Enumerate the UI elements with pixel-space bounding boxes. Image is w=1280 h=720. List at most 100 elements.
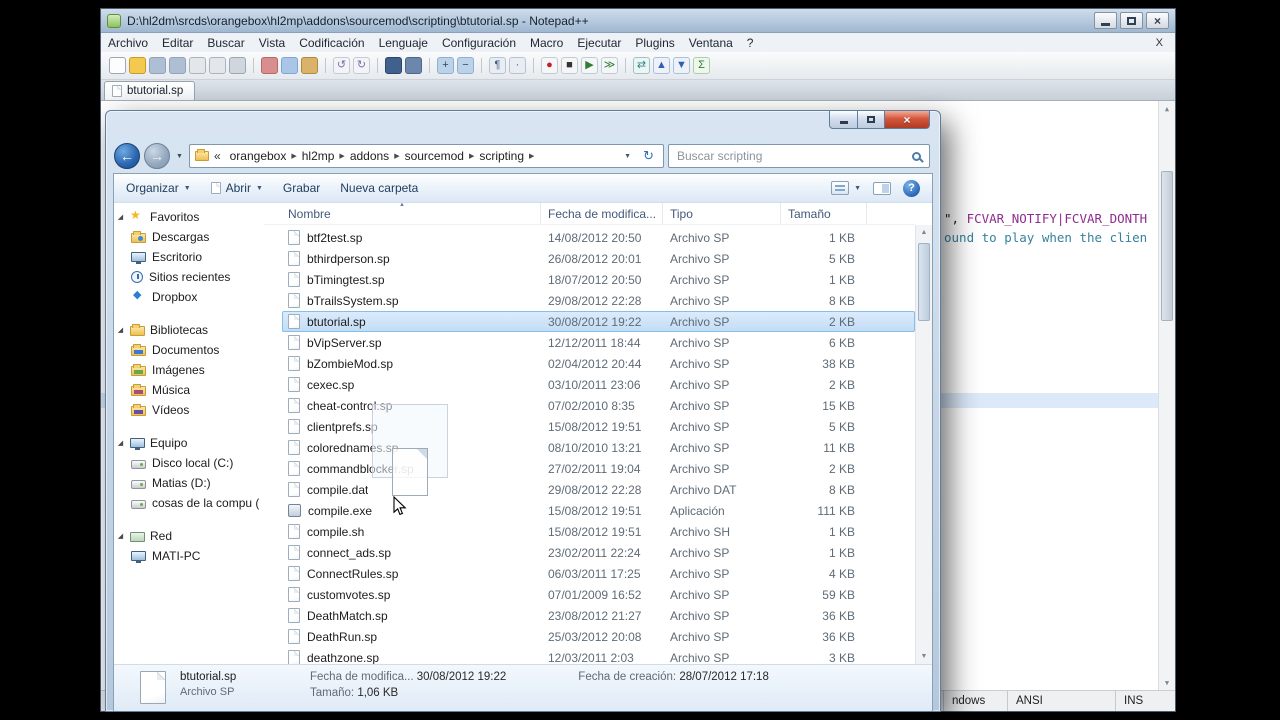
find-icon[interactable] [385, 57, 402, 74]
help-icon[interactable]: ? [903, 179, 920, 197]
sort-descending-icon[interactable]: ▼ [673, 57, 690, 74]
sidebar-item-dropbox[interactable]: Dropbox [114, 287, 264, 307]
column-header-date[interactable]: Fecha de modifica... [541, 203, 663, 224]
menu-item-macro[interactable]: Macro [523, 34, 570, 52]
new-folder-button[interactable]: Nueva carpeta [340, 181, 418, 195]
menu-item-plugins[interactable]: Plugins [628, 34, 681, 52]
menu-item-configuracion[interactable]: Configuración [435, 34, 523, 52]
address-dropdown-icon[interactable]: ▼ [619, 153, 636, 160]
file-row-compile-exe[interactable]: compile.exe 15/08/2012 19:51 Aplicación 111… [282, 500, 915, 521]
replace-icon[interactable] [405, 57, 422, 74]
file-row-compile-dat[interactable]: compile.dat 29/08/2012 22:28 Archivo DAT 8 … [282, 479, 915, 500]
sidebar-item-sitios-recientes[interactable]: Sitios recientes [114, 267, 264, 287]
close-file-icon[interactable] [189, 57, 206, 74]
cut-icon[interactable] [261, 57, 278, 74]
open-folder-icon[interactable] [129, 57, 146, 74]
sidebar-item-matias-d[interactable]: Matias (D:) [114, 473, 264, 493]
breadcrumb-item-scripting[interactable]: scripting [475, 148, 528, 164]
minimize-button[interactable] [1094, 12, 1117, 29]
menu-item-archivo[interactable]: Archivo [101, 34, 155, 52]
file-row-btf2test-sp[interactable]: btf2test.sp 14/08/2012 20:50 Archivo SP 1 K… [282, 227, 915, 248]
recent-pages-dropdown-icon[interactable]: ▼ [174, 153, 185, 160]
back-button[interactable]: ← [114, 143, 140, 169]
show-symbols-icon[interactable]: · [509, 57, 526, 74]
file-row-connectrules-sp[interactable]: ConnectRules.sp 06/03/2011 17:25 Archivo S… [282, 563, 915, 584]
menu-item-lenguaje[interactable]: Lenguaje [372, 34, 435, 52]
column-header-size[interactable]: Tamaño [781, 203, 867, 224]
paste-icon[interactable] [301, 57, 318, 74]
record-macro-icon[interactable]: ● [541, 57, 558, 74]
sidebar-group-header-equipo[interactable]: ◢ Equipo [114, 433, 264, 453]
organize-button[interactable]: Organizar ▼ [126, 181, 191, 195]
sum-icon[interactable]: Σ [693, 57, 710, 74]
preview-pane-icon[interactable] [873, 181, 891, 195]
column-header-type[interactable]: Tipo [663, 203, 781, 224]
file-row-cexec-sp[interactable]: cexec.sp 03/10/2011 23:06 Archivo SP 2 KB [282, 374, 915, 395]
sidebar-item-descargas[interactable]: Descargas [114, 227, 264, 247]
breadcrumb-item-orangebox[interactable]: orangebox [226, 148, 291, 164]
save-all-icon[interactable] [169, 57, 186, 74]
file-row-colorednames-sp[interactable]: colorednames.sp 08/10/2010 13:21 Archivo S… [282, 437, 915, 458]
file-row-bvipserver-sp[interactable]: bVipServer.sp 12/12/2011 18:44 Archivo SP 6… [282, 332, 915, 353]
run-macro-multiple-icon[interactable]: ≫ [601, 57, 618, 74]
sidebar-item-musica[interactable]: Música [114, 380, 264, 400]
breadcrumb-item-sourcemod[interactable]: sourcemod [401, 148, 468, 164]
menu-item-buscar[interactable]: Buscar [200, 34, 251, 52]
maximize-button[interactable] [858, 111, 885, 129]
sidebar-item-imagenes[interactable]: Imágenes [114, 360, 264, 380]
editor-scrollbar[interactable]: ▲ ▼ [1158, 101, 1175, 690]
views-button[interactable]: ▼ [831, 181, 861, 195]
scroll-up-icon[interactable]: ▲ [916, 225, 932, 240]
file-row-bzombiemod-sp[interactable]: bZombieMod.sp 02/04/2012 20:44 Archivo SP 3… [282, 353, 915, 374]
close-document-icon[interactable]: X [1144, 37, 1175, 49]
tab-btutorial[interactable]: btutorial.sp [104, 81, 196, 100]
sort-ascending-icon[interactable]: ▲ [653, 57, 670, 74]
scroll-down-icon[interactable]: ▼ [916, 649, 932, 664]
breadcrumb-item-addons[interactable]: addons [346, 148, 393, 164]
sidebar-group-header-red[interactable]: ◢ Red [114, 526, 264, 546]
expand-triangle-icon[interactable]: ◢ [116, 213, 125, 221]
minimize-button[interactable] [829, 111, 858, 129]
scrollbar-thumb[interactable] [1161, 171, 1173, 321]
search-icon[interactable] [912, 151, 921, 161]
burn-button[interactable]: Grabar [283, 181, 320, 195]
sidebar-group-header-favoritos[interactable]: ◢ Favoritos [114, 207, 264, 227]
file-row-deathmatch-sp[interactable]: DeathMatch.sp 23/08/2012 21:27 Archivo SP 3… [282, 605, 915, 626]
zoom-in-icon[interactable]: + [437, 57, 454, 74]
menu-item-help[interactable]: ? [740, 34, 761, 52]
undo-icon[interactable]: ↺ [333, 57, 350, 74]
sidebar-item-mati-pc[interactable]: MATI-PC [114, 546, 264, 566]
file-row-btutorial-sp[interactable]: btutorial.sp 30/08/2012 19:22 Archivo SP 2 … [282, 311, 915, 332]
sidebar-item-disco-local-c[interactable]: Disco local (C:) [114, 453, 264, 473]
word-wrap-icon[interactable]: ¶ [489, 57, 506, 74]
search-input[interactable]: Buscar scripting [668, 144, 930, 168]
explorer-titlebar[interactable]: × [106, 111, 940, 139]
file-row-clientprefs-sp[interactable]: clientprefs.sp 15/08/2012 19:51 Archivo SP… [282, 416, 915, 437]
play-macro-icon[interactable]: ▶ [581, 57, 598, 74]
sidebar-item-escritorio[interactable]: Escritorio [114, 247, 264, 267]
breadcrumb-item-hl2mp[interactable]: hl2mp [298, 148, 339, 164]
file-row-customvotes-sp[interactable]: customvotes.sp 07/01/2009 16:52 Archivo SP… [282, 584, 915, 605]
file-row-commandblocker-sp[interactable]: commandblocker.sp 27/02/2011 19:04 Archivo… [282, 458, 915, 479]
close-all-icon[interactable] [209, 57, 226, 74]
scroll-up-icon[interactable]: ▲ [1159, 101, 1175, 116]
file-row-compile-sh[interactable]: compile.sh 15/08/2012 19:51 Archivo SH 1 KB [282, 521, 915, 542]
sidebar-group-header-bibliotecas[interactable]: ◢ Bibliotecas [114, 320, 264, 340]
file-row-connect-ads-sp[interactable]: connect_ads.sp 23/02/2011 22:24 Archivo SP… [282, 542, 915, 563]
menu-item-ejecutar[interactable]: Ejecutar [570, 34, 628, 52]
redo-icon[interactable]: ↻ [353, 57, 370, 74]
refresh-icon[interactable]: ↻ [639, 148, 658, 164]
file-row-btimingtest-sp[interactable]: bTimingtest.sp 18/07/2012 20:50 Archivo SP… [282, 269, 915, 290]
menu-item-codificacion[interactable]: Codificación [292, 34, 371, 52]
file-row-deathzone-sp[interactable]: deathzone.sp 12/03/2011 2:03 Archivo SP 3 K… [282, 647, 915, 664]
copy-icon[interactable] [281, 57, 298, 74]
save-icon[interactable] [149, 57, 166, 74]
scrollbar-thumb[interactable] [918, 243, 930, 321]
breadcrumb-overflow-chevron[interactable]: « [212, 149, 223, 163]
address-bar[interactable]: « orangebox ▶ hl2mp ▶ addons ▶ sourcemod ▶ scrip… [188, 144, 664, 168]
notepadpp-titlebar[interactable]: D:\hl2dm\srcds\orangebox\hl2mp\addons\so… [101, 9, 1175, 33]
expand-triangle-icon[interactable]: ◢ [116, 532, 125, 540]
menu-item-ventana[interactable]: Ventana [682, 34, 740, 52]
print-icon[interactable] [229, 57, 246, 74]
sidebar-item-documentos[interactable]: Documentos [114, 340, 264, 360]
